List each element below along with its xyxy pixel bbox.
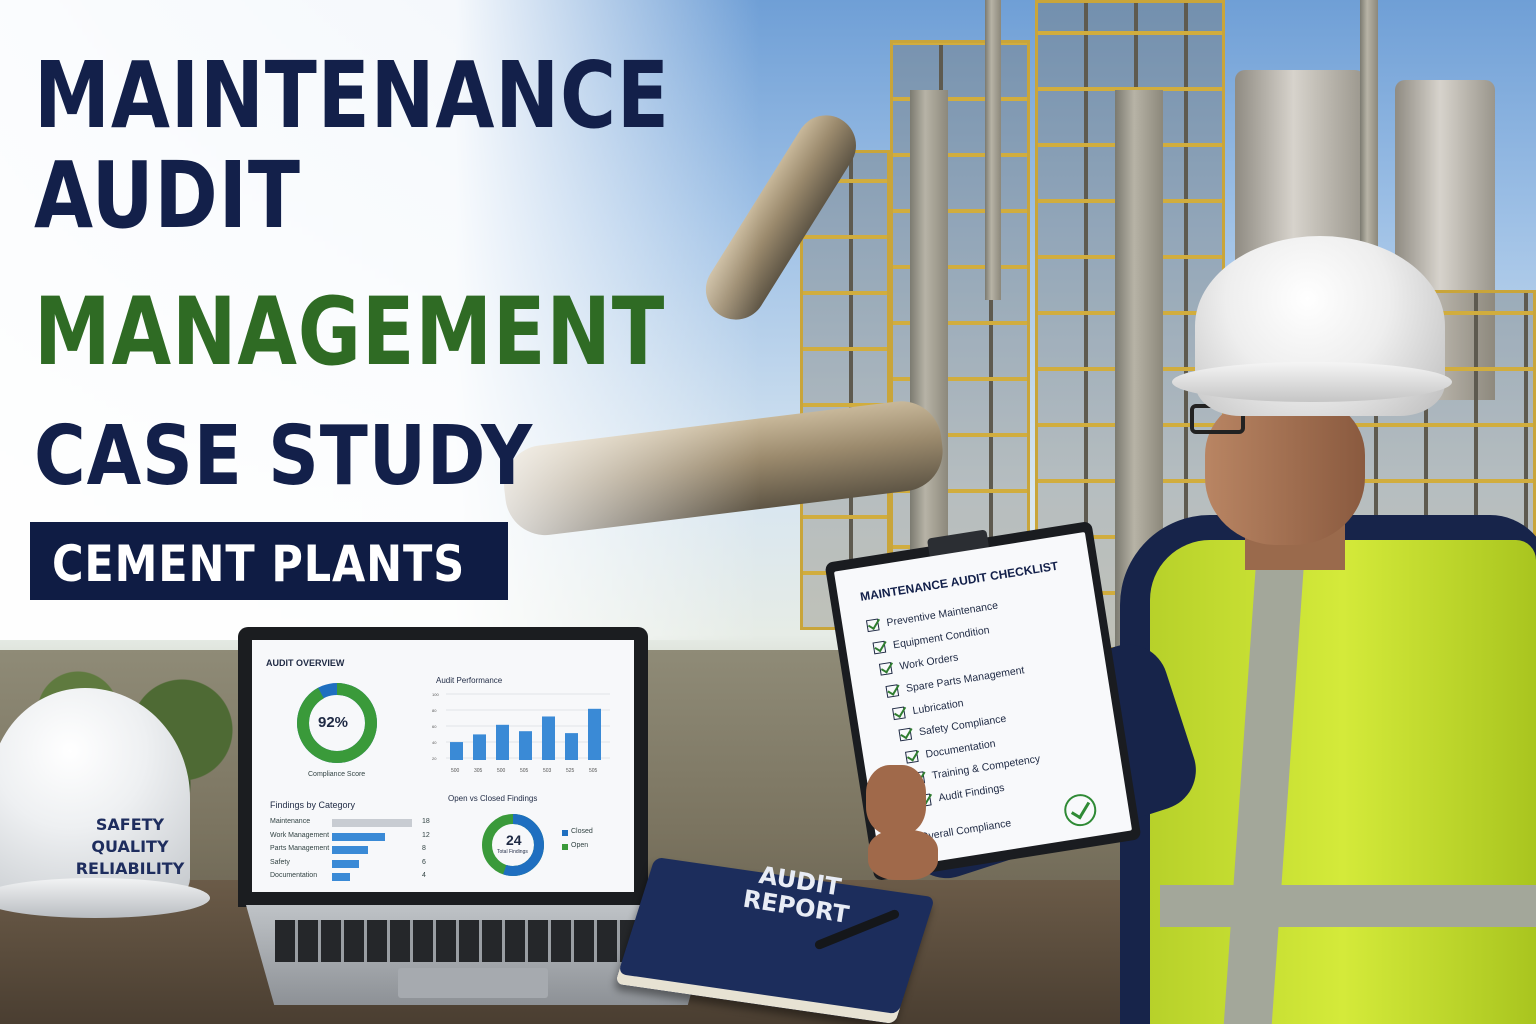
checklist-item-label: Lubrication xyxy=(911,696,965,717)
headline-line-4: CASE STUDY xyxy=(34,409,534,504)
checkbox-icon xyxy=(904,749,919,764)
legend-open: Open xyxy=(571,842,589,849)
finding-value: 4 xyxy=(422,872,426,879)
finding-value: 8 xyxy=(422,845,426,852)
worker-helmet-brim xyxy=(1172,362,1452,402)
perf-tick-label: 100 xyxy=(432,692,439,697)
checkbox-icon xyxy=(891,706,906,720)
safety-vest xyxy=(1150,540,1536,1024)
finding-label: Parts Management xyxy=(270,845,330,852)
perf-bar xyxy=(473,734,486,760)
finding-bar xyxy=(332,873,350,881)
checkbox-icon xyxy=(865,618,880,633)
laptop-keyboard xyxy=(275,920,665,962)
hard-hat-brim xyxy=(0,878,210,918)
hard-hat-quality: QUALITY xyxy=(91,837,169,856)
perf-tick-label: 40 xyxy=(432,740,437,745)
legend-open-swatch xyxy=(562,844,568,850)
finding-label: Maintenance xyxy=(270,818,311,825)
compliance-label: Compliance Score xyxy=(308,771,366,778)
checkbox-icon xyxy=(898,727,913,742)
hard-hat-icon xyxy=(0,688,215,918)
perf-x-label: 505 xyxy=(520,768,529,774)
finding-bar xyxy=(332,832,386,841)
perf-tick-label: 60 xyxy=(432,724,437,729)
finding-bar xyxy=(332,859,359,868)
vest-stripe-horizontal xyxy=(1160,885,1536,927)
finding-label: Safety xyxy=(270,858,290,866)
laptop-trackpad xyxy=(398,968,548,998)
compliance-value: 92% xyxy=(318,714,349,731)
finding-bar xyxy=(332,846,368,854)
perf-x-label: 500 xyxy=(497,768,506,774)
total-findings-value: 24 xyxy=(506,832,522,848)
total-findings-label: Total Findings xyxy=(497,849,528,855)
perf-bar xyxy=(565,733,578,760)
worker-hand-right xyxy=(868,830,938,880)
perf-x-label: 503 xyxy=(543,768,552,774)
cement-plants-banner: CEMENT PLANTS xyxy=(30,522,508,600)
worker-hand-left xyxy=(866,765,926,835)
hard-hat-reliability: RELIABILITY xyxy=(75,859,185,878)
finding-label: Documentation xyxy=(270,872,318,879)
stack-1 xyxy=(985,0,1001,300)
open-closed-title: Open vs Closed Findings xyxy=(448,794,538,803)
perf-bar xyxy=(519,731,532,760)
legend-closed-swatch xyxy=(562,830,568,836)
legend-closed: Closed xyxy=(571,828,593,835)
stack-2 xyxy=(1360,0,1378,270)
check-circle-icon xyxy=(1061,791,1099,829)
headline-line-3: MANAGEMENT xyxy=(34,278,666,387)
checklist-title: MAINTENANCE AUDIT CHECKLIST xyxy=(859,558,1060,604)
checkbox-icon xyxy=(885,684,900,699)
checklist-item-label: Audit Findings xyxy=(937,781,1006,805)
perf-bar xyxy=(588,708,601,760)
finding-bar xyxy=(332,819,412,827)
performance-title: Audit Performance xyxy=(436,676,503,685)
perf-tick-label: 20 xyxy=(432,756,437,761)
perf-bar xyxy=(542,716,555,760)
headline-line-1: MAINTENANCE xyxy=(34,42,670,149)
laptop-screen: AUDIT OVERVIEW 92% Compliance Score Audi… xyxy=(252,640,634,892)
perf-x-label: 305 xyxy=(474,768,483,774)
headline-line-2: AUDIT xyxy=(34,142,301,249)
audit-overview-title: AUDIT OVERVIEW xyxy=(266,658,345,668)
perf-x-label: 525 xyxy=(566,768,575,774)
perf-bar xyxy=(496,724,509,760)
finding-value: 18 xyxy=(422,818,430,825)
finding-label: Work Management xyxy=(270,831,330,839)
hard-hat-safety: SAFETY xyxy=(95,815,165,834)
perf-x-label: 505 xyxy=(589,768,598,774)
perf-x-label: 500 xyxy=(451,768,460,774)
hard-hat-label: SAFETY QUALITY RELIABILITY xyxy=(70,814,190,880)
finding-value: 6 xyxy=(422,858,426,866)
perf-bar xyxy=(450,742,463,760)
findings-title: Findings by Category xyxy=(270,800,356,810)
performance-chart: 100 80 60 40 20 500 305 500 505 503 525 505 xyxy=(432,692,610,774)
perf-tick-label: 80 xyxy=(432,708,437,713)
finding-value: 12 xyxy=(422,831,430,839)
checkbox-icon xyxy=(878,662,893,677)
checkbox-icon xyxy=(872,640,887,655)
checklist-clipboard: MAINTENANCE AUDIT CHECKLIST Preventive M… xyxy=(824,520,1142,882)
banner-text: CEMENT PLANTS xyxy=(52,535,466,593)
